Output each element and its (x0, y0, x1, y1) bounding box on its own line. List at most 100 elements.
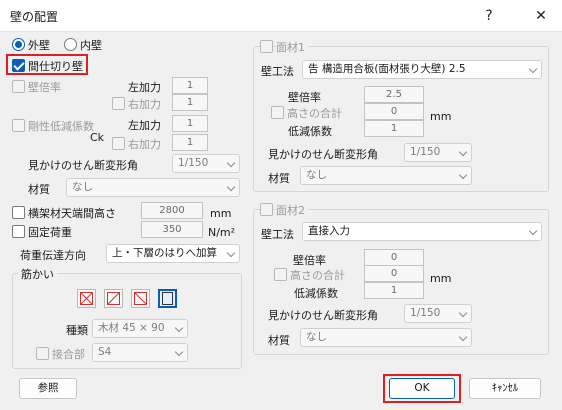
face1-checkbox[interactable] (260, 40, 273, 53)
chevron-down-icon (528, 64, 538, 74)
face2-reduction-input[interactable]: 1 (364, 282, 424, 299)
face2-height-sum-input[interactable]: 0 (364, 265, 424, 282)
left-force-label: 左加力 (128, 81, 161, 94)
face2-height-sum-checkbox[interactable] (274, 268, 287, 281)
face2-height-sum-label: 高さの合計 (290, 269, 345, 282)
material-select[interactable]: なし (66, 178, 240, 197)
ok-button[interactable]: OK (389, 378, 455, 399)
stiffness-reduction-label: 剛性低減係数 (28, 120, 94, 133)
chevron-down-icon (226, 158, 236, 168)
beam-top-height-checkbox[interactable] (12, 206, 25, 219)
face2-material-value: なし (306, 331, 327, 343)
stiffness-reduction-checkbox[interactable] (12, 119, 25, 132)
face1-height-sum-checkbox[interactable] (271, 106, 284, 119)
face1-ratio-label: 壁倍率 (288, 91, 321, 104)
outer-wall-label: 外壁 (28, 39, 50, 52)
joint-checkbox[interactable] (36, 347, 49, 360)
stiff-left-force-label: 左加力 (128, 119, 161, 132)
brace-backslash-icon[interactable] (131, 289, 150, 308)
face1-mm-unit: mm (430, 110, 452, 123)
face2-method-value: 直接入力 (308, 225, 350, 237)
chevron-down-icon (226, 248, 236, 258)
brace-x-icon[interactable] (77, 289, 96, 308)
face2-material-label: 材質 (268, 334, 290, 347)
wall-ratio-label: 壁倍率 (28, 81, 61, 94)
apparent-shear-label: 見かけのせん断変形角 (28, 159, 138, 172)
wall-ratio-right-checkbox[interactable] (112, 97, 125, 110)
partition-wall-label: 間仕切り壁 (28, 60, 83, 73)
face1-material-value: なし (306, 169, 327, 181)
face2-material-select[interactable]: なし (300, 328, 472, 347)
stiff-left-input[interactable]: 1 (172, 115, 208, 132)
face1-material-select[interactable]: なし (300, 166, 472, 185)
outer-wall-radio[interactable] (12, 38, 25, 51)
face2-title: 面材2 (276, 202, 308, 218)
face1-shear-select[interactable]: 1/150 (404, 143, 472, 162)
right-force-label: 右加力 (128, 98, 161, 111)
joint-value: S4 (98, 346, 112, 358)
apparent-shear-value: 1/150 (178, 157, 209, 169)
beam-top-height-input[interactable]: 2800 (141, 202, 203, 219)
fixed-load-label: 固定荷重 (28, 226, 72, 239)
beam-top-height-unit: mm (210, 207, 232, 220)
load-transfer-select[interactable]: 上・下層のはりへ加算 (106, 244, 240, 263)
cancel-button[interactable]: ｷｬﾝｾﾙ (469, 378, 541, 399)
chevron-down-icon (226, 182, 236, 192)
stiff-right-checkbox[interactable] (112, 137, 125, 150)
stiff-right-force-label: 右加力 (128, 138, 161, 151)
face2-shear-select[interactable]: 1/150 (404, 304, 472, 323)
chevron-down-icon (458, 170, 468, 180)
face2-reduction-label: 低減係数 (294, 287, 338, 300)
chevron-down-icon (174, 347, 184, 357)
face1-shear-value: 1/150 (410, 146, 441, 158)
face1-reduction-input[interactable]: 1 (364, 120, 424, 137)
face2-shear-value: 1/150 (410, 307, 441, 319)
chevron-down-icon (528, 226, 538, 236)
face1-method-label: 壁工法 (261, 65, 294, 78)
chevron-down-icon (458, 147, 468, 157)
apparent-shear-select[interactable]: 1/150 (172, 154, 240, 173)
face1-reduction-label: 低減係数 (288, 125, 332, 138)
face2-method-label: 壁工法 (261, 228, 294, 241)
wall-ratio-left-input[interactable]: 1 (172, 77, 208, 94)
stiff-right-input[interactable]: 1 (172, 134, 208, 151)
face1-title: 面材1 (276, 39, 308, 55)
load-transfer-label: 荷重伝達方向 (20, 249, 86, 262)
face2-shear-label: 見かけのせん断変形角 (268, 309, 378, 322)
inner-wall-radio[interactable] (64, 38, 77, 51)
help-button[interactable]: ? (474, 4, 504, 28)
joint-label: 接合部 (52, 348, 85, 361)
fixed-load-input[interactable]: 350 (141, 221, 203, 238)
brace-slash-icon[interactable] (104, 289, 123, 308)
material-value: なし (72, 181, 93, 193)
brace-type-value: 木材 45 × 90 (98, 322, 165, 334)
browse-button[interactable]: 参照 (19, 378, 77, 399)
wall-ratio-checkbox[interactable] (12, 80, 25, 93)
face2-checkbox[interactable] (260, 203, 273, 216)
face2-method-select[interactable]: 直接入力 (302, 222, 542, 241)
beam-top-height-label: 横架材天端間高さ (28, 207, 116, 220)
face1-height-sum-label: 高さの合計 (287, 107, 342, 120)
face1-height-sum-input[interactable]: 0 (364, 103, 424, 120)
chevron-down-icon (458, 332, 468, 342)
fixed-load-checkbox[interactable] (12, 225, 25, 238)
brace-group-title: 筋かい (18, 266, 57, 282)
joint-select[interactable]: S4 (92, 343, 188, 362)
face2-ratio-input[interactable]: 0 (364, 249, 424, 266)
inner-wall-label: 内壁 (80, 39, 102, 52)
face1-ratio-input[interactable]: 2.5 (364, 86, 424, 103)
face1-method-select[interactable]: 告 構造用合板(面材張り大壁) 2.5 (302, 60, 542, 79)
brace-none-icon[interactable] (158, 289, 177, 308)
face1-material-label: 材質 (268, 172, 290, 185)
wall-ratio-right-input[interactable]: 1 (172, 94, 208, 111)
chevron-down-icon (458, 308, 468, 318)
brace-type-select[interactable]: 木材 45 × 90 (92, 319, 188, 338)
partition-wall-checkbox[interactable] (12, 59, 25, 72)
window-title: 壁の配置 (10, 10, 59, 24)
face2-mm-unit: mm (430, 272, 452, 285)
face2-ratio-label: 壁倍率 (293, 254, 326, 267)
fixed-load-unit: N/m² (208, 226, 236, 239)
material-label: 材質 (28, 183, 50, 196)
close-button[interactable]: ✕ (526, 4, 556, 28)
ck-label: Ck (90, 131, 105, 144)
